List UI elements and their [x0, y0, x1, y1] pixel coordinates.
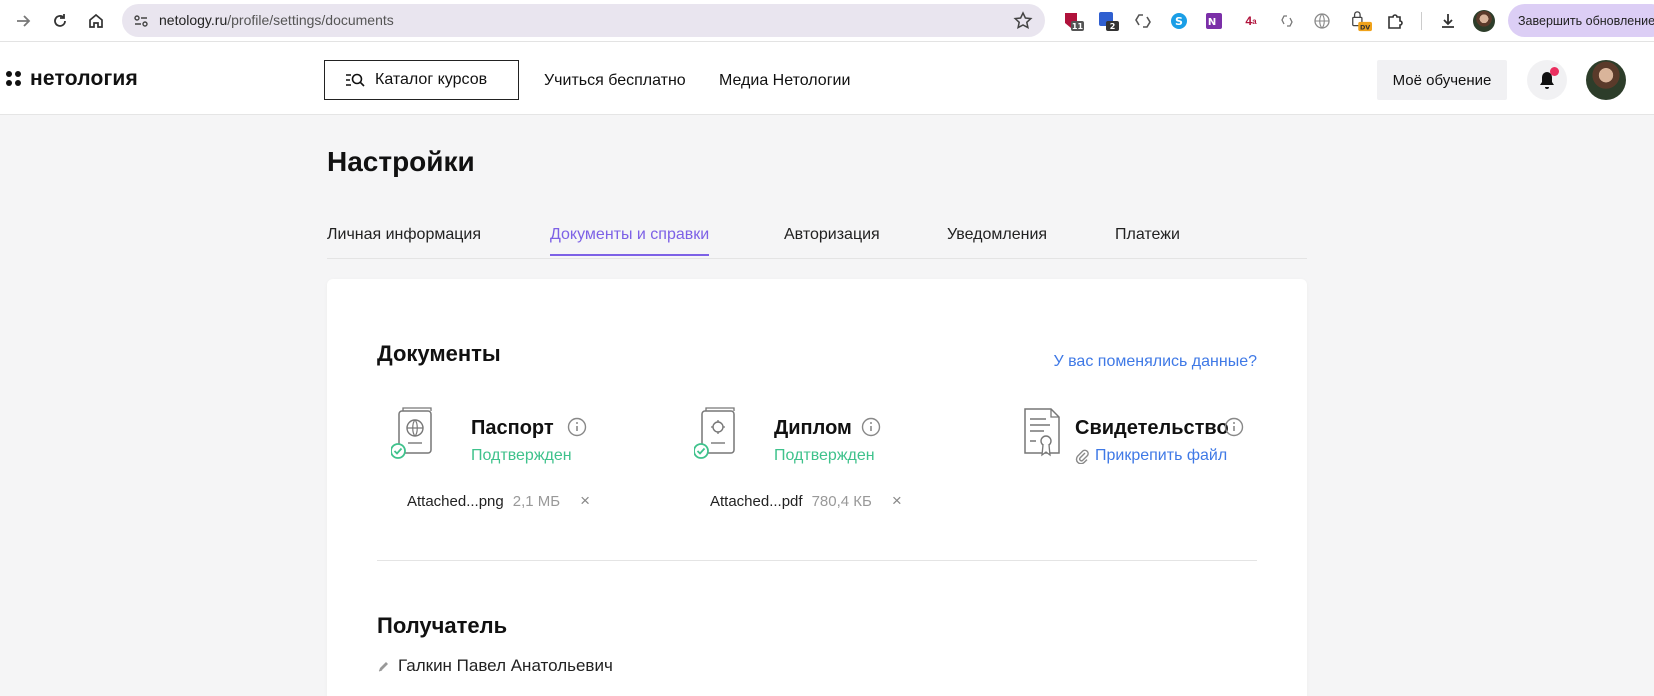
- toolbar-divider: [1421, 12, 1422, 30]
- my-learning-button[interactable]: Моё обучение: [1377, 60, 1507, 100]
- svg-text:N: N: [1208, 17, 1216, 28]
- certificate-info-icon[interactable]: [1224, 417, 1244, 437]
- settings-tabs: Личная информация Документы и справки Ав…: [327, 226, 1307, 259]
- extension-shield-icon[interactable]: 11: [1062, 10, 1084, 32]
- extension-onenote-icon[interactable]: N: [1203, 10, 1225, 32]
- extension-globe-icon[interactable]: [1311, 10, 1333, 32]
- passport-status: Подтвержден: [471, 447, 572, 464]
- netology-logo[interactable]: нетология: [6, 67, 138, 91]
- documents-title: Документы: [377, 341, 501, 366]
- diploma-info-icon[interactable]: [861, 417, 881, 437]
- recipient-name: Галкин Павел Анатольевич: [398, 656, 613, 675]
- attach-file-label: Прикрепить файл: [1095, 447, 1228, 464]
- site-info-icon[interactable]: [132, 12, 150, 30]
- bookmark-star-icon[interactable]: [1013, 11, 1033, 31]
- certificate-name: Свидетельство: [1075, 417, 1229, 439]
- data-changed-link[interactable]: У вас поменялись данные?: [1054, 353, 1258, 371]
- notifications-button[interactable]: [1527, 60, 1567, 100]
- extension-recycle-icon[interactable]: [1132, 10, 1154, 32]
- page-title: Настройки: [327, 146, 475, 177]
- passport-icon: [391, 407, 432, 459]
- passport-file: Attached...png 2,1 МБ ×: [407, 491, 590, 511]
- svg-text:2: 2: [1110, 22, 1116, 31]
- learn-free-link[interactable]: Учиться бесплатно: [544, 72, 686, 90]
- diploma-status: Подтвержден: [774, 447, 875, 464]
- diploma-name: Диплом: [774, 417, 852, 439]
- extension-recycle-small-icon[interactable]: [1276, 10, 1298, 32]
- site-header: нетология Каталог курсов Учиться бесплат…: [0, 42, 1654, 115]
- diploma-remove-icon[interactable]: ×: [892, 491, 902, 511]
- tab-documents[interactable]: Документы и справки: [550, 226, 710, 256]
- extensions-puzzle-icon[interactable]: [1384, 10, 1406, 32]
- passport-file-size: 2,1 МБ: [512, 492, 561, 510]
- tab-authorization[interactable]: Авторизация: [784, 226, 880, 254]
- browser-toolbar: netology.ru/profile/settings/documents 1…: [0, 0, 1654, 42]
- catalog-search-icon: [346, 73, 365, 87]
- home-icon[interactable]: [83, 8, 109, 34]
- svg-text:DV: DV: [1360, 23, 1370, 31]
- avatar[interactable]: [1586, 60, 1626, 100]
- pencil-icon[interactable]: [377, 660, 390, 673]
- passport-remove-icon[interactable]: ×: [580, 491, 590, 511]
- extension-four-icon[interactable]: 4a: [1240, 10, 1262, 32]
- certificate-icon: [1024, 408, 1060, 457]
- tab-personal-info[interactable]: Личная информация: [327, 226, 481, 254]
- tab-notifications[interactable]: Уведомления: [947, 226, 1047, 254]
- extension-clipboard-icon[interactable]: 2: [1097, 10, 1119, 32]
- recipient-name-row[interactable]: Галкин Павел Анатольевич: [377, 656, 613, 676]
- section-divider: [377, 560, 1257, 561]
- diploma-file-name[interactable]: Attached...pdf: [710, 493, 803, 510]
- catalog-label: Каталог курсов: [375, 71, 488, 88]
- notification-dot: [1550, 67, 1559, 76]
- address-bar[interactable]: netology.ru/profile/settings/documents: [122, 4, 1045, 37]
- documents-card: Документы У вас поменялись данные? Паспо…: [327, 279, 1307, 696]
- passport-info-icon[interactable]: [567, 417, 587, 437]
- download-icon[interactable]: [1437, 10, 1459, 32]
- tab-payments[interactable]: Платежи: [1115, 226, 1180, 254]
- diploma-file: Attached...pdf 780,4 КБ ×: [710, 491, 902, 511]
- extension-lock-dv-icon[interactable]: DV: [1350, 10, 1372, 32]
- url-text: netology.ru/profile/settings/documents: [159, 12, 394, 28]
- media-link[interactable]: Медиа Нетологии: [719, 72, 850, 90]
- extension-skype-icon[interactable]: S: [1168, 10, 1190, 32]
- diploma-file-size: 780,4 КБ: [811, 492, 872, 510]
- catalog-button[interactable]: Каталог курсов: [324, 60, 519, 100]
- forward-icon[interactable]: [10, 8, 36, 34]
- attach-file-link[interactable]: Прикрепить файл: [1075, 447, 1227, 465]
- passport-name: Паспорт: [471, 417, 554, 439]
- paperclip-icon: [1075, 449, 1089, 464]
- logo-mark-icon: [6, 71, 22, 87]
- logo-text: нетология: [30, 67, 138, 90]
- passport-file-name[interactable]: Attached...png: [407, 493, 504, 510]
- recipient-title: Получатель: [377, 613, 508, 638]
- profile-avatar-small[interactable]: [1473, 10, 1495, 32]
- svg-text:11: 11: [1072, 22, 1084, 31]
- svg-text:S: S: [1175, 15, 1183, 28]
- update-button[interactable]: Завершить обновление: [1508, 4, 1654, 37]
- reload-icon[interactable]: [47, 8, 73, 34]
- diploma-icon: [694, 407, 735, 459]
